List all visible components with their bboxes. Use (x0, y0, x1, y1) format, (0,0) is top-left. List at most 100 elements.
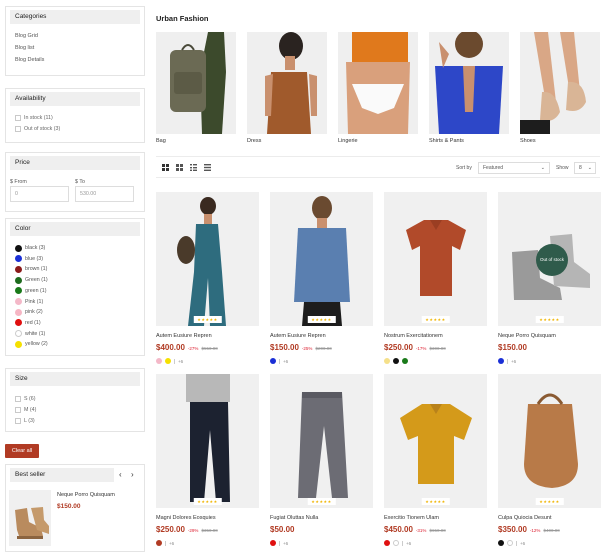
more-colors[interactable]: +6 (511, 359, 516, 364)
color-swatch[interactable] (156, 540, 162, 546)
category-label[interactable]: Shirts & Pants (429, 138, 509, 144)
product-name[interactable]: Fugiat Oluttas Nulla (270, 514, 373, 522)
sort-select[interactable]: Featured ⌄ (478, 162, 550, 174)
category-image[interactable] (429, 32, 509, 134)
category-label[interactable]: Dress (247, 138, 327, 144)
category-image[interactable] (247, 32, 327, 134)
color-swatch[interactable] (393, 358, 399, 364)
color-option[interactable]: black (3) (15, 243, 45, 253)
more-colors[interactable]: +6 (169, 541, 174, 546)
color-swatch[interactable] (165, 358, 171, 364)
checkbox[interactable] (15, 407, 21, 413)
product-image[interactable]: ★★★★★ (384, 374, 487, 508)
color-option[interactable]: red (1) (15, 318, 41, 328)
best-seller-name[interactable]: Neque Porro Quisquam (57, 492, 115, 498)
color-option[interactable]: Pink (1) (15, 297, 43, 307)
product-card[interactable]: ★★★★★ Magni Dolores Eosquies $250.00 -29% $3… (156, 374, 259, 547)
category-shirts-pants[interactable]: Shirts & Pants (429, 32, 509, 144)
color-swatch[interactable] (498, 358, 504, 364)
product-image[interactable]: ★★★★★ (498, 374, 601, 508)
color-swatch[interactable] (15, 244, 22, 252)
category-link-blog-grid[interactable]: Blog Grid (15, 30, 44, 42)
checkbox[interactable] (15, 115, 21, 121)
grid-3-icon[interactable] (176, 164, 183, 171)
product-card[interactable]: ★★★★★ Out of stock Neque Porro Quisquam $15… (498, 192, 601, 365)
product-card[interactable]: ★★★★★ Nostrum Exercitationem $250.00 -17% $3… (384, 192, 487, 365)
availability-out-of-stock[interactable]: Out of stock (3) (15, 124, 60, 134)
category-image[interactable] (156, 32, 236, 134)
best-seller-image[interactable] (9, 490, 51, 546)
size-option-m[interactable]: M (4) (15, 405, 36, 415)
size-option-s[interactable]: S (6) (15, 394, 35, 404)
product-card[interactable]: ★★★★★ Fugiat Oluttas Nulla $50.00 +6 (270, 374, 373, 547)
color-option[interactable]: white (1) (15, 329, 45, 339)
product-card[interactable]: ★★★★★ Exercitio Tionem Ulam $450.00 -31% $65… (384, 374, 487, 547)
product-name[interactable]: Exercitio Tionem Ulam (384, 514, 487, 522)
color-swatch[interactable] (15, 308, 22, 316)
color-swatch[interactable] (402, 358, 408, 364)
product-name[interactable]: Neque Porro Quisquam (498, 332, 601, 340)
product-image[interactable]: ★★★★★ (270, 192, 373, 326)
list-detail-icon[interactable] (204, 164, 211, 171)
product-name[interactable]: Nostrum Exercitationem (384, 332, 487, 340)
category-label[interactable]: Bag (156, 138, 236, 144)
size-option-l[interactable]: L (3) (15, 416, 35, 426)
more-colors[interactable]: +6 (283, 359, 288, 364)
availability-in-stock[interactable]: In stock (11) (15, 113, 53, 123)
color-swatch[interactable] (156, 358, 162, 364)
clear-all-button[interactable]: Clear all (5, 444, 39, 458)
category-lingerie[interactable]: Lingerie (338, 32, 418, 144)
product-name[interactable]: Magni Dolores Eosquies (156, 514, 259, 522)
category-link-blog-details[interactable]: Blog Details (15, 54, 44, 66)
color-swatch[interactable] (15, 265, 22, 273)
grid-2-icon[interactable] (162, 164, 169, 171)
product-name[interactable]: Culpa Quiocia Desunt (498, 514, 601, 522)
category-label[interactable]: Lingerie (338, 138, 418, 144)
color-swatch[interactable] (270, 540, 276, 546)
color-swatch[interactable] (15, 276, 22, 284)
product-card[interactable]: ★★★★★ Culpa Quiocia Desunt $350.00 -12% $400… (498, 374, 601, 547)
product-name[interactable]: Autem Eusiure Repren (270, 332, 373, 340)
color-swatch[interactable] (15, 298, 22, 305)
category-label[interactable]: Shoes (520, 138, 600, 144)
product-image[interactable]: ★★★★★ Out of stock (498, 192, 601, 326)
product-image[interactable]: ★★★★★ (156, 192, 259, 326)
color-swatch[interactable] (393, 540, 399, 546)
color-option[interactable]: yellow (2) (15, 339, 48, 349)
color-swatch[interactable] (498, 540, 504, 546)
category-image[interactable] (520, 32, 600, 134)
product-card[interactable]: ★★★★★ Autem Eusiure Repren $150.00 -25% $200… (270, 192, 373, 365)
category-shoes[interactable]: Shoes (520, 32, 600, 144)
list-icon[interactable] (190, 164, 197, 171)
more-colors[interactable]: +6 (520, 541, 525, 546)
checkbox[interactable] (15, 396, 21, 402)
checkbox[interactable] (15, 126, 21, 132)
more-colors[interactable]: +6 (406, 541, 411, 546)
category-dress[interactable]: Dress (247, 32, 327, 144)
category-image[interactable] (338, 32, 418, 134)
show-select[interactable]: 8 ⌄ (574, 162, 596, 174)
category-bag[interactable]: Bag (156, 32, 236, 144)
more-colors[interactable]: +6 (178, 359, 183, 364)
product-card[interactable]: ★★★★★ Autem Eusiure Repren $400.00 -27% $550… (156, 192, 259, 365)
color-option[interactable]: blue (3) (15, 254, 43, 264)
more-colors[interactable]: +6 (283, 541, 288, 546)
product-name[interactable]: Autem Eusiure Repren (156, 332, 259, 340)
color-swatch[interactable] (384, 540, 390, 546)
checkbox[interactable] (15, 418, 21, 424)
chevron-left-icon[interactable]: ‹ (119, 470, 122, 479)
color-swatch[interactable] (15, 319, 22, 327)
color-option[interactable]: pink (2) (15, 307, 43, 317)
color-swatch[interactable] (15, 330, 22, 338)
color-swatch[interactable] (384, 358, 390, 364)
color-option[interactable]: brown (1) (15, 264, 47, 274)
product-image[interactable]: ★★★★★ (156, 374, 259, 508)
price-from-input[interactable]: 0 (10, 186, 69, 202)
color-option[interactable]: green (1) (15, 286, 47, 296)
color-option[interactable]: Green (1) (15, 275, 48, 285)
color-swatch[interactable] (507, 540, 513, 546)
chevron-right-icon[interactable]: › (131, 470, 134, 479)
product-image[interactable]: ★★★★★ (270, 374, 373, 508)
product-image[interactable]: ★★★★★ (384, 192, 487, 326)
color-swatch[interactable] (270, 358, 276, 364)
